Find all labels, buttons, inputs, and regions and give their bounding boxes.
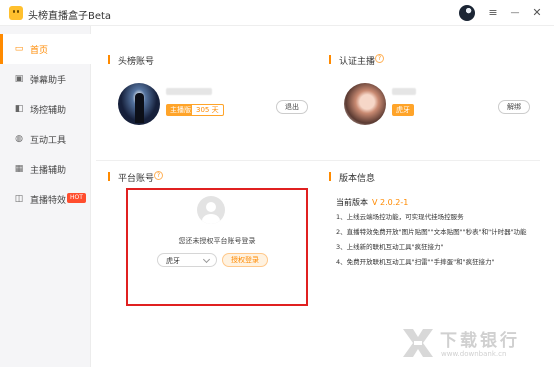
control-icon: ◧ bbox=[14, 104, 24, 114]
anchor-name-blurred bbox=[392, 88, 416, 95]
authorize-login-button[interactable]: 授权登录 bbox=[222, 253, 268, 267]
user-avatar[interactable] bbox=[459, 5, 475, 21]
current-version-label: 当前版本 bbox=[336, 198, 368, 207]
menu-icon[interactable]: ≡ bbox=[484, 4, 502, 22]
monitor-icon: ▭ bbox=[14, 44, 24, 54]
current-version-line: 当前版本 V 2.0.2-1 bbox=[336, 197, 408, 208]
sidebar-item-anchor-assist[interactable]: ▦ 主播辅助 bbox=[0, 154, 91, 184]
account-name-blurred bbox=[166, 88, 212, 95]
anchor-avatar bbox=[344, 83, 386, 125]
app-logo-icon bbox=[9, 6, 23, 20]
title-bar: 头榜直播盒子Beta ≡ — ✕ bbox=[0, 0, 554, 26]
platform-select[interactable]: 虎牙 bbox=[157, 253, 217, 267]
sidebar-item-danmaku[interactable]: ▣ 弹幕助手 bbox=[0, 64, 91, 94]
sidebar-item-label: 主播辅助 bbox=[30, 166, 67, 176]
current-version-number: V 2.0.2-1 bbox=[372, 198, 409, 207]
version-info-title: 版本信息 bbox=[328, 171, 375, 184]
sidebar-item-label: 场控辅助 bbox=[30, 106, 67, 116]
gift-icon: ◫ bbox=[14, 194, 24, 204]
sidebar-item-home[interactable]: ▭ 首页 bbox=[0, 34, 91, 64]
close-button[interactable]: ✕ bbox=[528, 4, 546, 22]
sidebar-item-interactive-tools[interactable]: ◍ 互动工具 bbox=[0, 124, 91, 154]
minimize-button[interactable]: — bbox=[506, 4, 524, 22]
info-icon[interactable]: ? bbox=[154, 171, 163, 180]
changelog-item: 3、上线新的联机互动工具"疯狂接力" bbox=[336, 243, 444, 251]
grid-icon: ▦ bbox=[14, 164, 24, 174]
sidebar: ▭ 首页 ▣ 弹幕助手 ◧ 场控辅助 ◍ 互动工具 ▦ 主播辅助 ◫ 直播特效 … bbox=[0, 26, 91, 367]
account-avatar bbox=[118, 83, 160, 125]
sidebar-item-label: 首页 bbox=[30, 46, 49, 56]
sidebar-item-field-control[interactable]: ◧ 场控辅助 bbox=[0, 94, 91, 124]
platform-account-title: 平台账号 bbox=[107, 171, 154, 184]
app-title: 头榜直播盒子Beta bbox=[28, 11, 112, 22]
changelog-item: 1、上线云端场控功能，可实现代挂场控服务 bbox=[336, 213, 464, 221]
changelog-item: 2、直播特效免费开放"图片贴图""文本贴图""秒表"和"计时器"功能 bbox=[336, 228, 527, 236]
chat-icon: ▣ bbox=[14, 74, 24, 84]
not-authorized-text: 您还未授权平台账号登录 bbox=[178, 237, 256, 245]
watermark-url: www.downbank.cn bbox=[441, 350, 507, 358]
chevron-down-icon bbox=[202, 255, 211, 264]
placeholder-avatar-icon bbox=[197, 196, 225, 224]
watermark-title: 下载银行 bbox=[440, 331, 520, 351]
certified-anchor-title: 认证主播 bbox=[328, 54, 375, 67]
platform-select-value: 虎牙 bbox=[166, 257, 180, 265]
divider bbox=[96, 160, 540, 161]
sidebar-item-live-effects[interactable]: ◫ 直播特效 HOT bbox=[0, 184, 91, 214]
platform-tag: 虎牙 bbox=[392, 104, 414, 116]
hot-badge: HOT bbox=[67, 193, 86, 203]
globe-icon: ◍ bbox=[15, 134, 23, 144]
logout-button[interactable]: 退出 bbox=[276, 100, 308, 114]
sidebar-item-label: 直播特效 bbox=[30, 196, 67, 206]
unbind-button[interactable]: 解绑 bbox=[498, 100, 530, 114]
days-remaining-tag: 305 天 bbox=[191, 104, 224, 116]
changelog-item: 4、免费开放联机互动工具"扫雷""手摔蛋"和"疯狂接力" bbox=[336, 258, 495, 266]
info-icon[interactable]: ? bbox=[375, 54, 384, 63]
toubang-account-title: 头榜账号 bbox=[107, 54, 154, 67]
sidebar-item-label: 弹幕助手 bbox=[30, 76, 67, 86]
sidebar-item-label: 互动工具 bbox=[30, 136, 67, 146]
watermark-logo-icon bbox=[400, 325, 436, 361]
